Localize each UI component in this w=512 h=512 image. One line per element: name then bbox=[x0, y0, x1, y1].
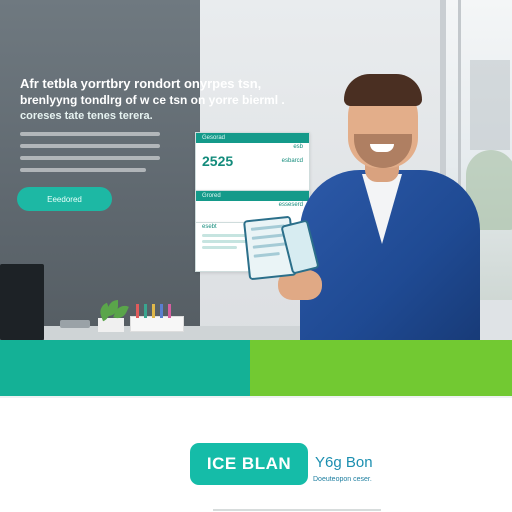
hair bbox=[344, 74, 422, 106]
card-figure: 2525 bbox=[202, 153, 234, 169]
hero-body-text bbox=[20, 132, 160, 180]
green-band bbox=[250, 340, 512, 396]
pencil bbox=[144, 304, 147, 318]
phone-screen-line bbox=[251, 233, 286, 240]
monitor bbox=[0, 264, 44, 340]
desk-item bbox=[60, 320, 90, 328]
pencil bbox=[136, 304, 139, 318]
card-bar bbox=[202, 234, 248, 237]
card-bar bbox=[202, 246, 237, 249]
divider bbox=[0, 396, 512, 398]
body-text-line bbox=[20, 168, 146, 172]
bottom-divider bbox=[213, 509, 381, 511]
pencil bbox=[168, 304, 171, 318]
pencil bbox=[152, 304, 155, 318]
smiling-businessman bbox=[270, 70, 480, 340]
brand-name: Y6g Bon bbox=[315, 454, 373, 471]
brand-tagline: Doeuteopon ceser. bbox=[313, 476, 372, 483]
pen-cup bbox=[130, 316, 184, 332]
phone-screen-line bbox=[250, 224, 285, 231]
phone-screen-line bbox=[252, 242, 287, 249]
teal-band bbox=[0, 340, 250, 396]
card-bar bbox=[202, 240, 248, 243]
pencil bbox=[160, 304, 163, 318]
body-text-line bbox=[20, 144, 160, 148]
body-text-line bbox=[20, 156, 160, 160]
hero-banner: Afr tetbla yorrtbry rondort onyrpes tsn,… bbox=[0, 0, 512, 340]
brand-button[interactable]: ICE BLAN bbox=[190, 443, 308, 485]
phone-screen-line bbox=[253, 251, 281, 258]
body-text-line bbox=[20, 132, 160, 136]
hero-cta-button[interactable]: Eeedored bbox=[17, 187, 112, 211]
